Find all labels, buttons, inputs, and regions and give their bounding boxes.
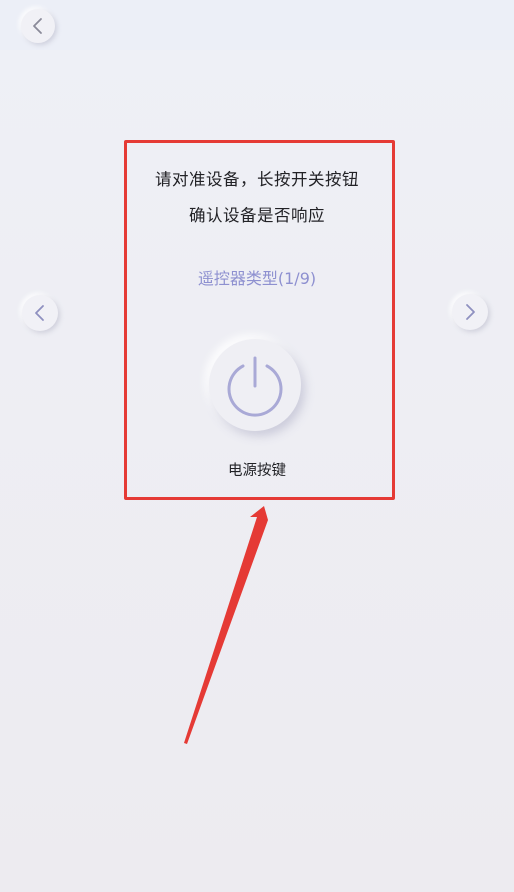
annotation-arrow <box>184 506 268 744</box>
